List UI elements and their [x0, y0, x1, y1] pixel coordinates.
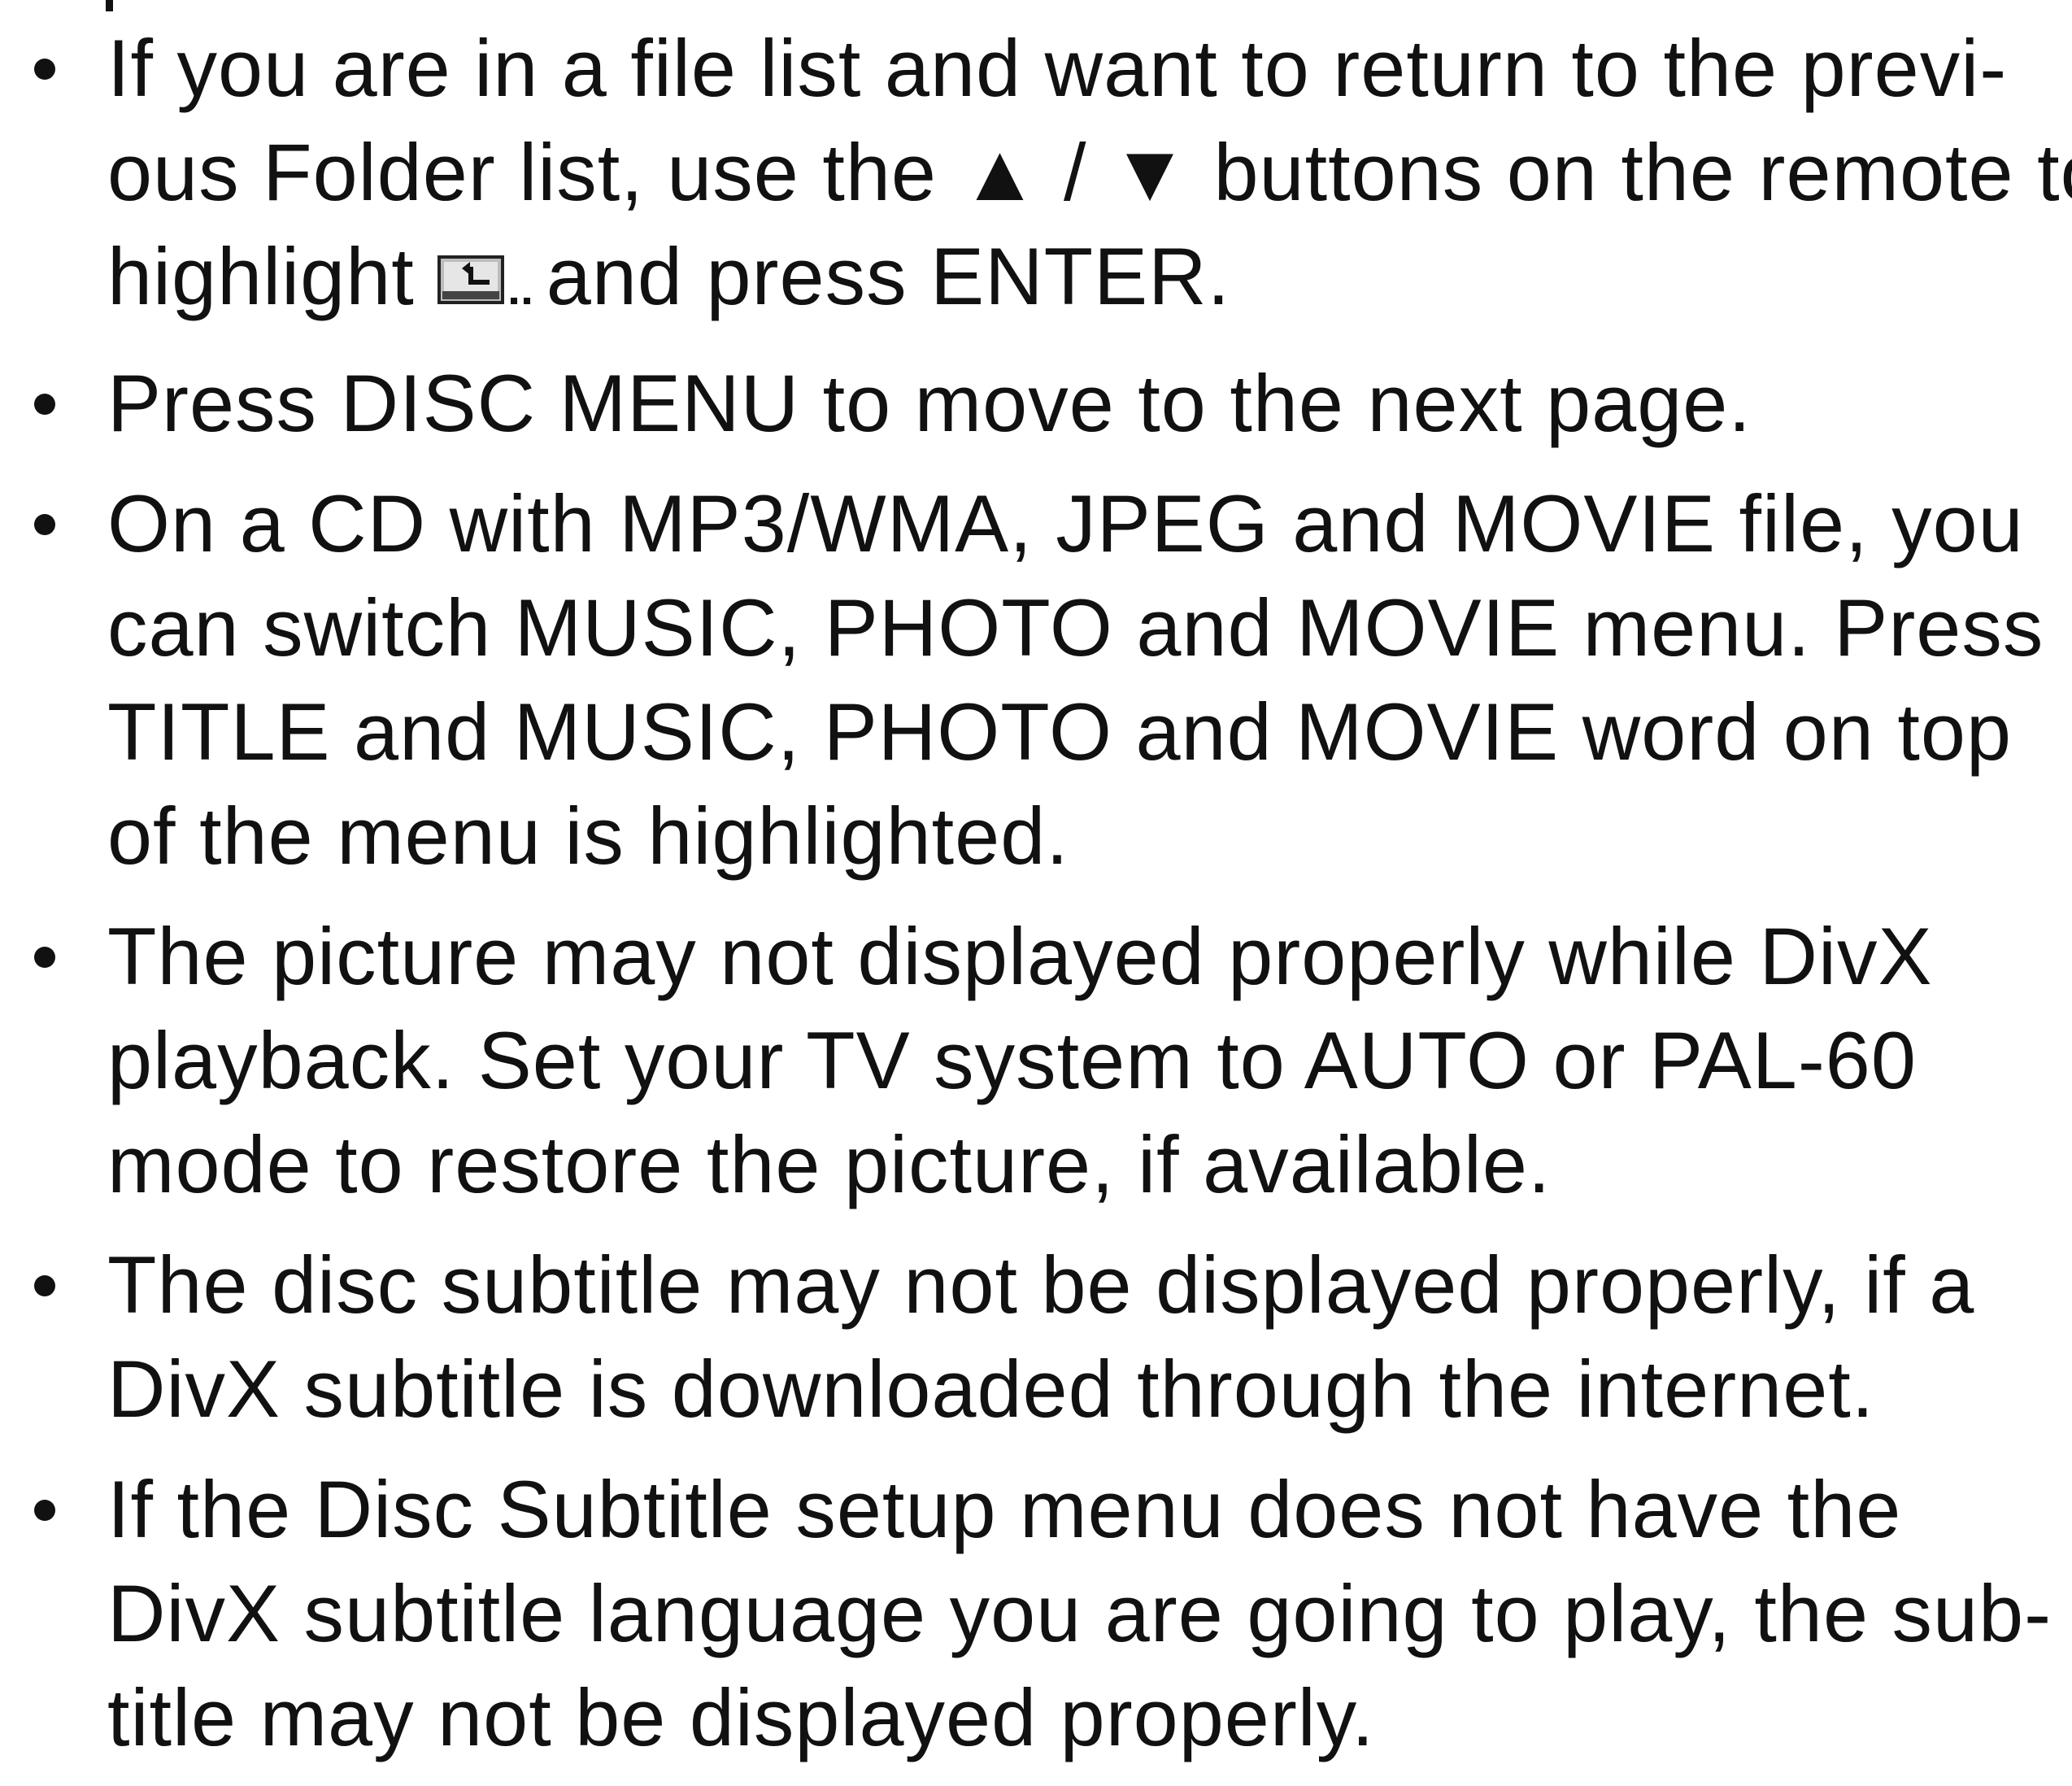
text-line: playback. Set your TV system to AUTO or … [107, 1014, 1917, 1105]
text-line: of the menu is highlighted. [107, 790, 1069, 881]
list-item-text: Press DISC MENU to move to the next page… [107, 351, 2065, 455]
list-item-text: On a CD with MP3/WMA, JPEG and MOVIE fil… [107, 472, 2065, 888]
text-line: On a CD with MP3/WMA, JPEG and MOVIE fil… [107, 477, 2024, 568]
text-line: ous Folder list, use the ▲ / ▼ buttons o… [107, 127, 2072, 217]
text-line: can switch MUSIC, PHOTO and MOVIE menu. … [107, 582, 2044, 673]
text-line: The picture may not displayed properly w… [107, 910, 1933, 1001]
bullet-icon [34, 1274, 55, 1296]
text-fragment: highlight [107, 231, 415, 321]
parent-folder-icon [437, 226, 533, 330]
document-page: If you are in a file list and want to re… [0, 0, 2072, 1762]
list-item: If you are in a file list and want to re… [0, 16, 2072, 335]
text-line: If the Disc Subtitle setup menu does not… [107, 1463, 1902, 1554]
bullet-icon [34, 1499, 55, 1521]
section-marker [106, 0, 113, 11]
bullet-icon [34, 393, 55, 415]
instruction-list: If you are in a file list and want to re… [0, 16, 2072, 1786]
text-line: mode to restore the picture, if availabl… [107, 1118, 1552, 1209]
text-line: TITLE and MUSIC, PHOTO and MOVIE word on… [107, 686, 2013, 777]
bullet-icon [34, 513, 55, 535]
list-item-text: If you are in a file list and want to re… [107, 16, 2072, 335]
text-fragment: and press ENTER. [546, 231, 1231, 321]
list-item-text: The disc subtitle may not be displayed p… [107, 1233, 2065, 1441]
text-line: DivX subtitle is downloaded through the … [107, 1343, 1875, 1434]
list-item-text: If the Disc Subtitle setup menu does not… [107, 1457, 2065, 1770]
list-item: The picture may not displayed properly w… [0, 904, 2072, 1217]
text-line: If you are in a file list and want to re… [107, 23, 2008, 113]
text-line: Press DISC MENU to move to the next page… [107, 357, 1752, 448]
text-line: highlight and press ENTER. [107, 224, 2065, 335]
text-line: The disc subtitle may not be displayed p… [107, 1239, 1975, 1330]
list-item: Press DISC MENU to move to the next page… [0, 351, 2072, 455]
list-item: The disc subtitle may not be displayed p… [0, 1233, 2072, 1441]
list-item: On a CD with MP3/WMA, JPEG and MOVIE fil… [0, 472, 2072, 888]
bullet-icon [34, 946, 55, 968]
list-item-text: The picture may not displayed properly w… [107, 904, 2065, 1217]
bullet-icon [34, 59, 55, 80]
text-line: title may not be displayed properly. [107, 1671, 1375, 1762]
text-line: DivX subtitle language you are going to … [107, 1567, 2052, 1658]
list-item: If the Disc Subtitle setup menu does not… [0, 1457, 2072, 1770]
